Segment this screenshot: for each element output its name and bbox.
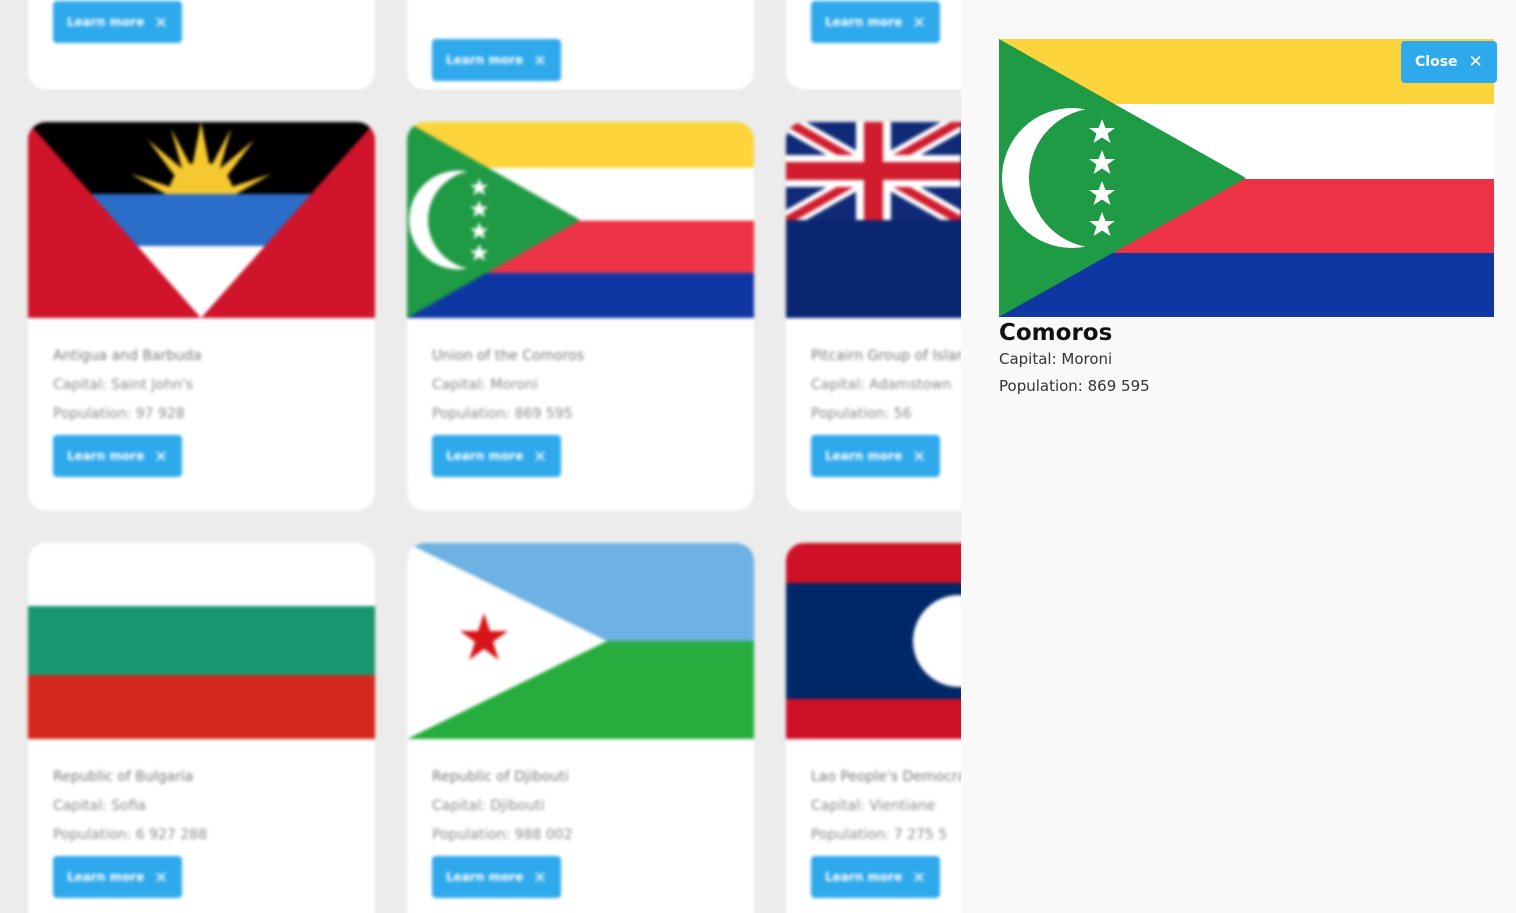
close-icon: ✕ — [154, 867, 168, 887]
detail-population: Population: 869 595 — [999, 377, 1150, 395]
flag-image-laos — [786, 543, 961, 739]
country-name: Lao People's Democratic Republic — [811, 769, 961, 785]
country-card[interactable]: Pitcairn Group of Islands Capital: Adams… — [786, 122, 961, 511]
flag-image-comoros — [407, 122, 754, 318]
country-name: Republic of Bulgaria — [53, 769, 194, 785]
close-icon: ✕ — [533, 867, 547, 887]
country-population: Population: 869 595 — [432, 406, 573, 422]
learn-more-label: Learn more — [825, 870, 903, 884]
country-card[interactable]: Lao People's Democratic Republic Capital… — [786, 543, 961, 913]
learn-more-label: Learn more — [446, 53, 524, 67]
country-card[interactable]: Union of the Comoros Capital: Moroni Pop… — [407, 122, 754, 511]
country-card[interactable]: Antigua and Barbuda Capital: Saint John'… — [28, 122, 375, 511]
country-population: Population: 56 — [811, 406, 912, 422]
country-capital: Capital: Vientiane — [811, 798, 936, 814]
country-name: Pitcairn Group of Islands — [811, 348, 961, 364]
close-label: Close — [1415, 54, 1458, 70]
close-icon: ✕ — [1468, 52, 1483, 72]
detail-capital: Capital: Moroni — [999, 350, 1113, 368]
country-capital: Capital: Adamstown — [811, 377, 952, 393]
country-name: Union of the Comoros — [432, 348, 585, 364]
learn-more-button[interactable]: Learn more ✕ — [53, 1, 182, 43]
flag-image-bulgaria — [28, 543, 375, 739]
country-capital: Capital: Djibouti — [432, 798, 545, 814]
flag-image-antigua-and-barbuda — [28, 122, 375, 318]
detail-title: Comoros — [999, 320, 1113, 346]
learn-more-button[interactable]: Learn more ✕ — [432, 856, 561, 898]
learn-more-label: Learn more — [446, 449, 524, 463]
country-capital: Capital: Sofia — [53, 798, 147, 814]
learn-more-label: Learn more — [825, 449, 903, 463]
country-name: Republic of Djibouti — [432, 769, 569, 785]
page: Learn more ✕ Learn more ✕ Learn more ✕ A… — [0, 0, 1516, 913]
country-population: Population: 988 002 — [432, 827, 573, 843]
close-icon: ✕ — [912, 12, 926, 32]
learn-more-label: Learn more — [67, 449, 145, 463]
flag-image-djibouti — [407, 543, 754, 739]
learn-more-button[interactable]: Learn more ✕ — [811, 1, 940, 43]
close-icon: ✕ — [912, 867, 926, 887]
learn-more-button[interactable]: Learn more ✕ — [811, 435, 940, 477]
learn-more-button[interactable]: Learn more ✕ — [432, 435, 561, 477]
country-name: Antigua and Barbuda — [53, 348, 202, 364]
close-icon: ✕ — [533, 446, 547, 466]
learn-more-button[interactable]: Learn more ✕ — [811, 856, 940, 898]
country-grid: Learn more ✕ Learn more ✕ Learn more ✕ A… — [0, 0, 961, 913]
country-grid-blurred: Learn more ✕ Learn more ✕ Learn more ✕ A… — [0, 0, 961, 913]
close-icon: ✕ — [154, 12, 168, 32]
country-card[interactable]: Republic of Djibouti Capital: Djibouti P… — [407, 543, 754, 913]
learn-more-label: Learn more — [67, 870, 145, 884]
close-icon: ✕ — [533, 50, 547, 70]
country-population: Population: 97 928 — [53, 406, 185, 422]
learn-more-button[interactable]: Learn more ✕ — [432, 39, 561, 81]
close-icon: ✕ — [912, 446, 926, 466]
country-capital: Capital: Moroni — [432, 377, 538, 393]
country-detail-panel: Close ✕ Comoros Capital: Moroni Populati… — [961, 0, 1516, 913]
country-capital: Capital: Saint John's — [53, 377, 194, 393]
learn-more-button[interactable]: Learn more ✕ — [53, 435, 182, 477]
country-card-partial: Learn more ✕ — [407, 0, 754, 90]
close-icon: ✕ — [154, 446, 168, 466]
country-card[interactable]: Republic of Bulgaria Capital: Sofia Popu… — [28, 543, 375, 913]
learn-more-label: Learn more — [67, 15, 145, 29]
learn-more-label: Learn more — [825, 15, 903, 29]
country-card-partial: Learn more ✕ — [28, 0, 375, 90]
country-population: Population: 7 275 5 — [811, 827, 948, 843]
close-button[interactable]: Close ✕ — [1401, 41, 1497, 83]
country-population: Population: 6 927 288 — [53, 827, 207, 843]
learn-more-button[interactable]: Learn more ✕ — [53, 856, 182, 898]
learn-more-label: Learn more — [446, 870, 524, 884]
flag-image-pitcairn-islands — [786, 122, 961, 318]
country-card-partial: Learn more ✕ — [786, 0, 961, 90]
